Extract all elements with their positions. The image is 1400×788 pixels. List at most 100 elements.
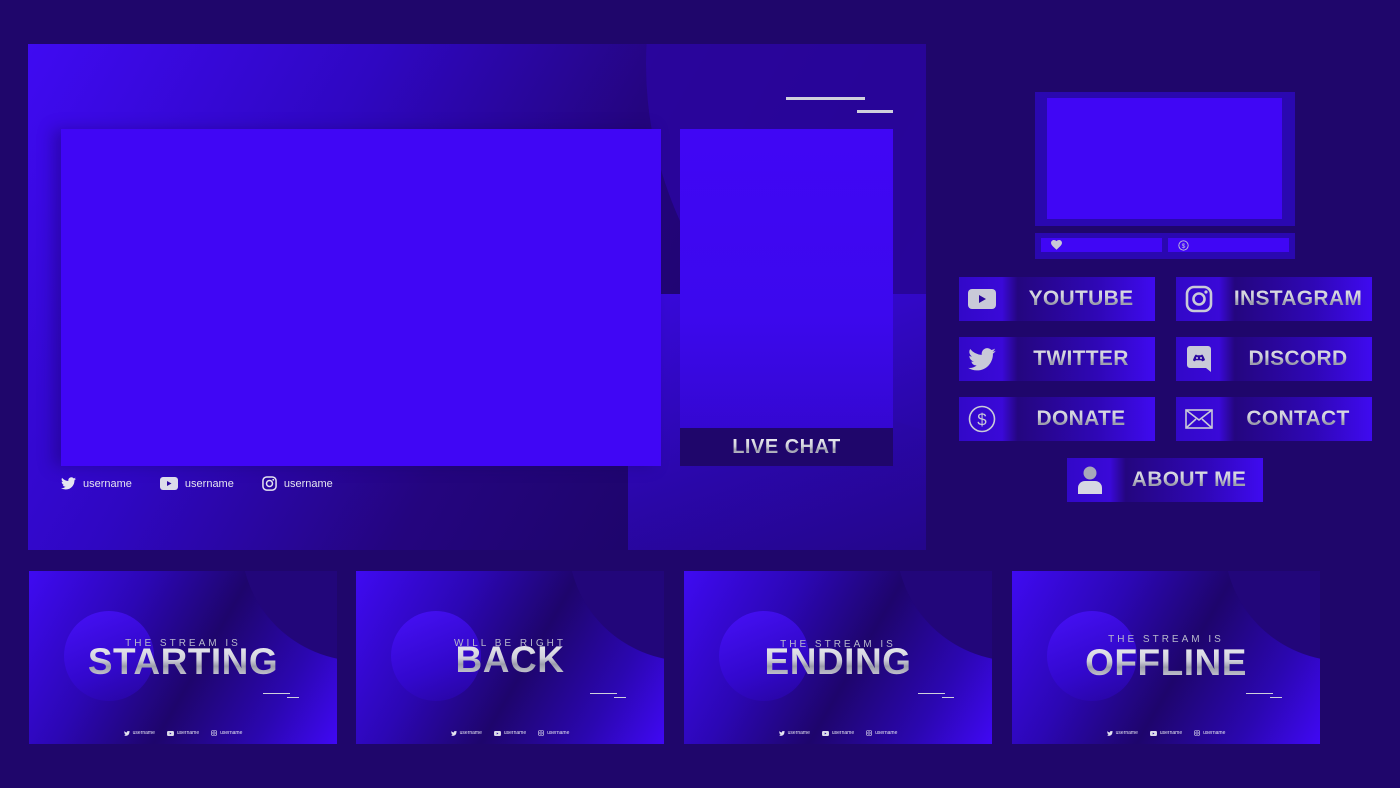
social-link[interactable]: username <box>166 730 200 736</box>
social-link[interactable]: username <box>1149 730 1183 736</box>
social-link[interactable]: username <box>1106 730 1138 736</box>
social-username: username <box>1203 730 1226 736</box>
donation-goal-bar: $ <box>1168 238 1289 252</box>
social-link[interactable]: username <box>778 730 810 736</box>
social-link[interactable]: username <box>538 730 569 736</box>
youtube-icon <box>1149 730 1157 736</box>
social-username: username <box>83 477 132 490</box>
scene-back: WILL BE RIGHTBACKusernameusernameusernam… <box>356 571 664 744</box>
panel-label: DISCORD <box>1224 337 1372 381</box>
scene-title: BACK <box>356 639 664 681</box>
decorative-line <box>590 693 617 694</box>
decorative-line <box>857 110 893 113</box>
svg-text:$: $ <box>977 410 987 429</box>
goal-bars: $ <box>1035 233 1295 259</box>
decorative-line <box>614 697 626 698</box>
social-username: username <box>176 730 200 736</box>
decorative-line <box>287 697 299 698</box>
instagram-icon <box>866 730 873 736</box>
youtube-icon <box>493 730 501 736</box>
social-username: username <box>1115 730 1138 736</box>
panel-twitter[interactable]: TWITTER <box>959 337 1155 381</box>
dollar-coin-icon: $ <box>1178 240 1189 251</box>
instagram-icon <box>262 476 277 491</box>
panel-discord[interactable]: DISCORD <box>1176 337 1372 381</box>
youtube-icon <box>159 477 178 490</box>
panel-label: INSTAGRAM <box>1224 277 1372 321</box>
social-links: username username username <box>61 476 333 491</box>
social-username: username <box>831 730 855 736</box>
twitter-icon <box>450 730 457 736</box>
social-username: username <box>503 730 527 736</box>
panel-instagram[interactable]: INSTAGRAM <box>1176 277 1372 321</box>
decorative-line <box>263 693 290 694</box>
live-chat-frame: LIVE CHAT <box>680 129 893 466</box>
main-stream-overlay: LIVE CHAT username username username <box>28 44 926 550</box>
social-instagram[interactable]: username <box>262 476 333 491</box>
panel-label: YOUTUBE <box>1007 277 1155 321</box>
instagram-icon <box>1194 730 1201 736</box>
social-username: username <box>220 730 243 736</box>
scene-social-links: username username username <box>684 730 992 736</box>
panel-youtube[interactable]: YOUTUBE <box>959 277 1155 321</box>
instagram-icon <box>1185 285 1212 313</box>
scene-social-links: username username username <box>1012 730 1320 736</box>
decorative-line <box>1270 697 1282 698</box>
youtube-icon <box>166 730 174 736</box>
scene-title: ENDING <box>684 641 992 683</box>
social-link[interactable]: username <box>866 730 897 736</box>
instagram-icon <box>211 730 218 736</box>
follower-goal-bar <box>1041 238 1162 252</box>
live-chat-bar: LIVE CHAT <box>680 428 893 466</box>
social-link[interactable]: username <box>450 730 482 736</box>
panel-donate[interactable]: $ DONATE <box>959 397 1155 441</box>
panel-label: CONTACT <box>1224 397 1372 441</box>
panel-about-me[interactable]: ABOUT ME <box>1067 458 1263 502</box>
decorative-line <box>942 697 954 698</box>
social-username: username <box>184 477 234 490</box>
social-twitter[interactable]: username <box>61 477 132 490</box>
twitter-icon <box>61 477 76 490</box>
scene-starting: THE STREAM ISSTARTINGusernameusernameuse… <box>29 571 337 744</box>
social-username: username <box>547 730 570 736</box>
panel-label: ABOUT ME <box>1115 458 1263 502</box>
heart-icon <box>1051 240 1062 250</box>
twitter-icon <box>967 347 996 370</box>
decorative-line <box>1246 693 1273 694</box>
decorative-line <box>918 693 945 694</box>
user-icon <box>1077 466 1102 494</box>
social-username: username <box>459 730 482 736</box>
social-link[interactable]: username <box>1194 730 1225 736</box>
twitter-icon <box>123 730 130 736</box>
panel-label: TWITTER <box>1007 337 1155 381</box>
scene-offline: THE STREAM IS OFFLINE username username user… <box>1012 571 1320 744</box>
scene-social-links: username username username <box>356 730 664 736</box>
social-link[interactable]: username <box>821 730 855 736</box>
panel-label: DONATE <box>1007 397 1155 441</box>
social-youtube[interactable]: username <box>159 477 234 490</box>
twitter-icon <box>1106 730 1113 736</box>
dollar-coin-icon: $ <box>968 405 995 433</box>
youtube-icon <box>967 289 996 309</box>
instagram-icon <box>538 730 545 736</box>
small-webcam-inner <box>1047 98 1282 219</box>
social-username: username <box>1159 730 1183 736</box>
social-link[interactable]: username <box>123 730 155 736</box>
discord-icon <box>1186 346 1211 372</box>
svg-text:$: $ <box>1182 243 1186 250</box>
scene-ending: THE STREAM ISENDINGusernameusernameusern… <box>684 571 992 744</box>
decorative-line <box>786 97 865 100</box>
scene-title: STARTING <box>29 641 337 683</box>
youtube-icon <box>821 730 829 736</box>
social-link[interactable]: username <box>493 730 527 736</box>
social-link[interactable]: username <box>211 730 242 736</box>
small-webcam-frame <box>1035 92 1295 226</box>
twitter-icon <box>778 730 785 736</box>
social-username: username <box>283 477 333 490</box>
mail-icon <box>1184 409 1213 429</box>
live-chat-label: LIVE CHAT <box>732 435 841 458</box>
panel-contact[interactable]: CONTACT <box>1176 397 1372 441</box>
social-username: username <box>875 730 898 736</box>
social-username: username <box>132 730 155 736</box>
social-username: username <box>787 730 810 736</box>
